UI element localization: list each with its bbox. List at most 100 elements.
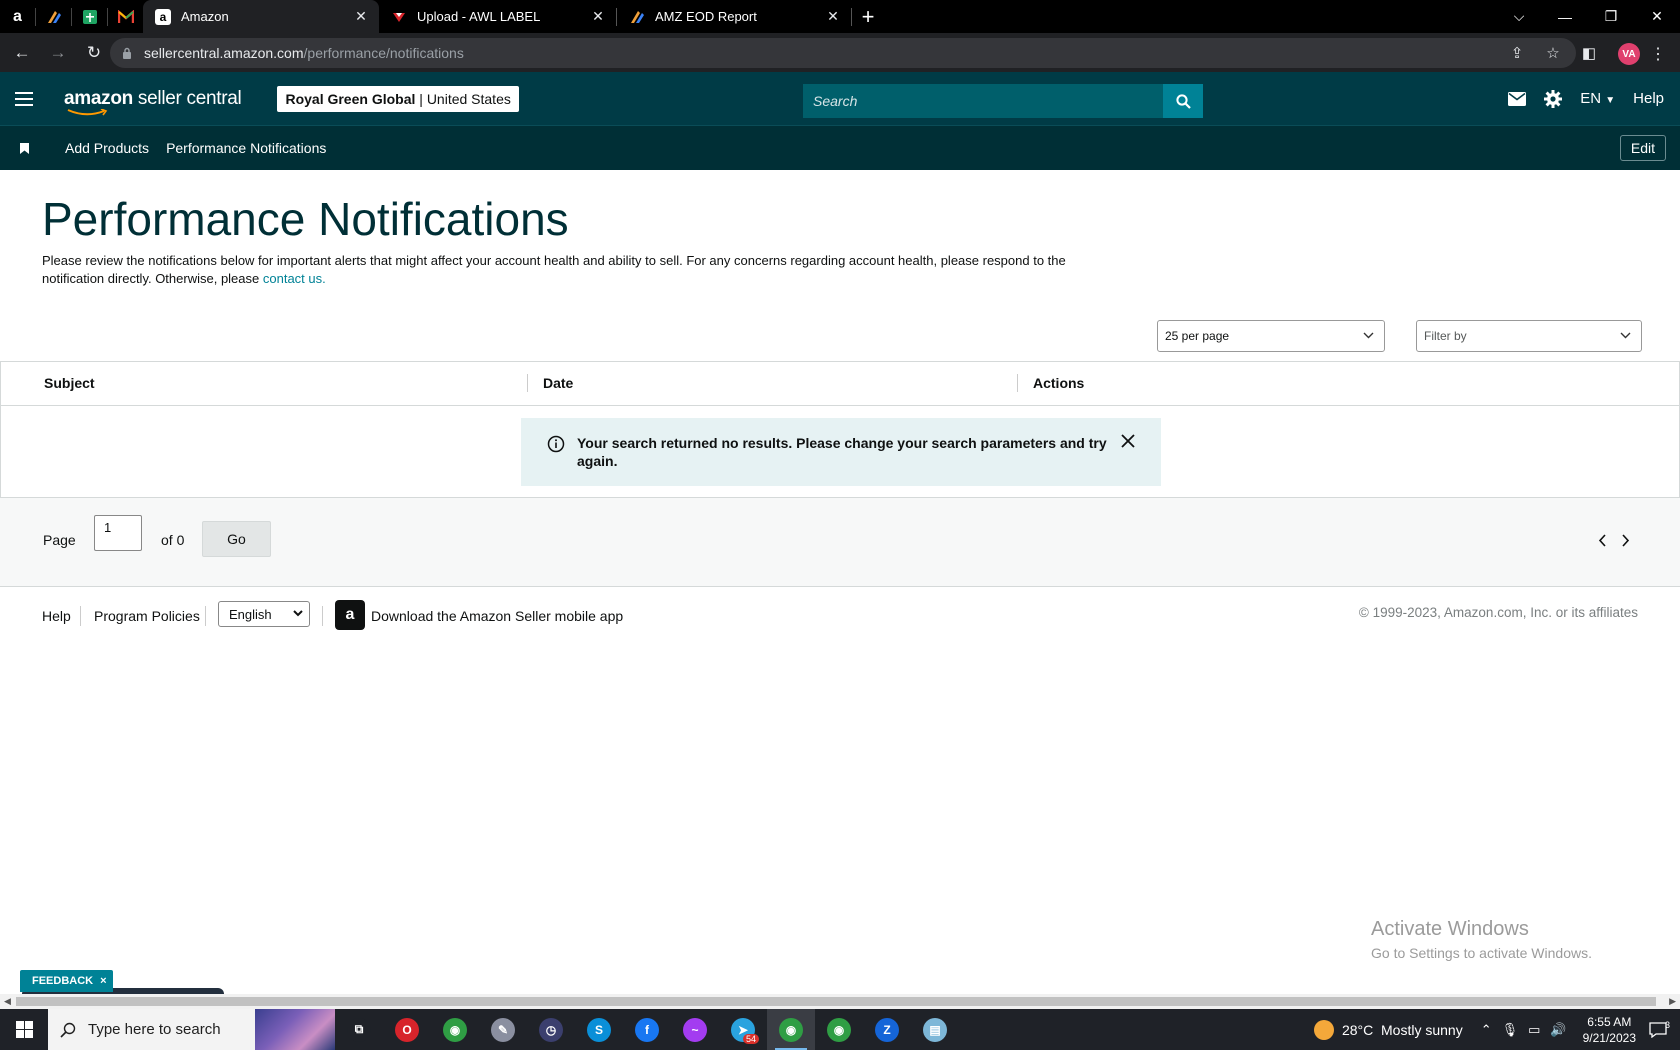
tab-amz-eod-report[interactable]: AMZ EOD Report ✕ — [617, 0, 851, 33]
weather-icon[interactable] — [1313, 1019, 1334, 1040]
per-page-select[interactable]: 25 per page — [1157, 320, 1385, 352]
taskbar-app-paint[interactable]: ✎ — [479, 1009, 527, 1050]
horizontal-scrollbar[interactable]: ◀ ▶ — [0, 994, 1680, 1009]
start-button[interactable] — [0, 1009, 48, 1050]
pagination-bar: Page of 0 Go — [0, 498, 1680, 587]
bookmark-icon — [19, 142, 29, 154]
taskbar-app-skype[interactable]: S — [575, 1009, 623, 1050]
taskbar-app-messenger[interactable]: ~ — [671, 1009, 719, 1050]
network-icon[interactable]: ▭ — [1528, 1022, 1540, 1038]
seller-central-logo[interactable]: amazon seller central — [64, 88, 242, 115]
taskbar-search[interactable]: Type here to search — [48, 1009, 335, 1050]
page-number-input[interactable] — [94, 515, 142, 551]
profile-avatar[interactable]: VA — [1618, 43, 1640, 65]
download-app-link[interactable]: Download the Amazon Seller mobile app — [371, 608, 623, 624]
taskbar-app-chrome[interactable]: ◉ — [431, 1009, 479, 1050]
tab-amazon[interactable]: a Amazon ✕ — [143, 0, 379, 33]
nav-add-products[interactable]: Add Products — [65, 140, 149, 156]
tab-label: Upload - AWL LABEL — [417, 9, 541, 24]
store-switcher[interactable]: Royal Green Global | United States — [277, 85, 519, 112]
close-icon[interactable] — [1121, 434, 1135, 448]
edit-nav-button[interactable]: Edit — [1619, 135, 1666, 161]
column-divider — [1017, 374, 1018, 392]
contact-us-link[interactable]: contact us. — [263, 271, 326, 286]
taskbar-app-notes[interactable]: ▤ — [911, 1009, 959, 1050]
mail-icon[interactable] — [1508, 91, 1527, 106]
taskbar-app-zoho-z[interactable]: Z — [863, 1009, 911, 1050]
go-button[interactable]: Go — [202, 521, 271, 557]
help-link[interactable]: Help — [1633, 90, 1664, 107]
close-icon[interactable]: × — [100, 975, 106, 987]
restore-icon[interactable]: ❐ — [1588, 8, 1634, 25]
language-selector[interactable]: EN ▼ — [1580, 90, 1615, 107]
clock-time: 6:55 AM — [1587, 1014, 1632, 1029]
window-controls: ⌵ — ❐ ✕ — [1496, 0, 1680, 33]
minimize-icon[interactable]: — — [1542, 9, 1588, 25]
volume-icon[interactable]: 🔊 — [1550, 1022, 1566, 1038]
gear-icon[interactable] — [1544, 89, 1563, 108]
share-icon[interactable]: ⇪ — [1506, 44, 1528, 62]
weather-text[interactable]: 28°C Mostly sunny — [1342, 1022, 1463, 1038]
pinned-tab-zoho[interactable] — [36, 0, 71, 33]
tray-icons: ⌃ 🎙 ▭ 🔊 — [1481, 1022, 1567, 1038]
footer-language-select[interactable]: English — [218, 601, 310, 627]
url-field[interactable]: sellercentral.amazon.com/performance/not… — [110, 38, 1576, 68]
notification-center-button[interactable]: 3 — [1636, 1019, 1680, 1038]
gmail-icon — [117, 9, 134, 23]
scroll-right-icon[interactable]: ▶ — [1669, 996, 1676, 1007]
column-header-date[interactable]: Date — [543, 375, 573, 391]
scroll-left-icon[interactable]: ◀ — [4, 996, 11, 1007]
forward-button[interactable]: → — [44, 39, 72, 67]
awl-icon — [393, 12, 405, 22]
taskbar-app-clock-app[interactable]: ◷ — [527, 1009, 575, 1050]
taskbar-app-chrome-profile-va[interactable]: ◉ — [767, 1009, 815, 1050]
notification-count: 3 — [1664, 1019, 1670, 1030]
clock-app-icon: ◷ — [539, 1017, 563, 1042]
microphone-icon[interactable]: 🎙 — [1502, 1022, 1519, 1038]
pinned-tab-gmail[interactable] — [108, 0, 143, 33]
window-close-icon[interactable]: ✕ — [1634, 8, 1680, 25]
taskbar-app-task-view[interactable]: ⧉ — [335, 1009, 383, 1050]
pinned-tab-sheets[interactable] — [72, 0, 107, 33]
taskbar-clock[interactable]: 6:55 AM 9/21/2023 — [1583, 1014, 1636, 1046]
url-host: sellercentral.amazon.com — [144, 45, 304, 61]
footer-help-link[interactable]: Help — [42, 608, 71, 624]
bookmark-nav: Add Products Performance Notifications E… — [0, 125, 1680, 170]
browser-menu-icon[interactable]: ⋮ — [1650, 44, 1666, 64]
tab-search-icon[interactable]: ⌵ — [1496, 8, 1542, 25]
chevron-right-icon[interactable] — [1621, 534, 1630, 547]
taskbar-app-facebook[interactable]: f — [623, 1009, 671, 1050]
seller-central-header: amazon seller central Royal Green Global… — [0, 72, 1680, 125]
taskbar-app-opera[interactable]: O — [383, 1009, 431, 1050]
tab-upload-awl-label[interactable]: Upload - AWL LABEL ✕ — [379, 0, 616, 33]
chevron-up-icon[interactable]: ⌃ — [1481, 1022, 1492, 1038]
page-arrows — [1598, 534, 1630, 547]
close-icon[interactable]: ✕ — [353, 8, 369, 25]
bookmark-star-icon[interactable]: ☆ — [1542, 44, 1564, 62]
amazon-seller-app-icon[interactable]: a — [335, 600, 365, 630]
reload-button[interactable]: ↻ — [80, 39, 108, 67]
search-icon — [60, 1022, 76, 1038]
taskbar-app-chrome-profile-w[interactable]: ◉ — [815, 1009, 863, 1050]
chevron-left-icon[interactable] — [1598, 534, 1607, 547]
bookmarks-button[interactable] — [0, 142, 48, 154]
footer-program-policies-link[interactable]: Program Policies — [94, 608, 200, 624]
column-header-subject[interactable]: Subject — [44, 375, 95, 391]
amazon-icon: a — [155, 8, 171, 25]
side-panel-icon[interactable]: ◧ — [1578, 44, 1600, 62]
filter-select[interactable]: Filter by — [1416, 320, 1642, 352]
tab-label: AMZ EOD Report — [655, 9, 757, 24]
back-button[interactable]: ← — [8, 39, 36, 67]
taskbar-app-telegram[interactable]: ➤ 54 — [719, 1009, 767, 1050]
store-name: Royal Green Global — [285, 90, 416, 107]
feedback-tab[interactable]: FEEDBACK × — [20, 970, 113, 992]
search-input[interactable] — [803, 84, 1163, 118]
nav-performance-notifications[interactable]: Performance Notifications — [166, 140, 326, 156]
close-icon[interactable]: ✕ — [590, 8, 606, 25]
scrollbar-thumb[interactable] — [16, 997, 1656, 1006]
pinned-tab-amazon[interactable]: a — [0, 0, 35, 33]
hamburger-menu-button[interactable] — [0, 91, 48, 106]
new-tab-button[interactable]: + — [852, 4, 884, 30]
search-button[interactable] — [1163, 84, 1203, 118]
close-icon[interactable]: ✕ — [825, 8, 841, 25]
